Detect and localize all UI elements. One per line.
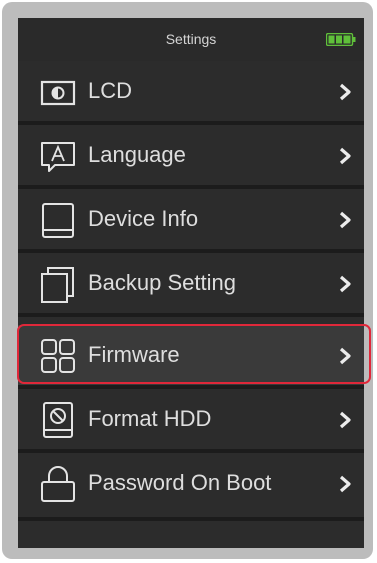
language-icon	[41, 142, 75, 172]
page-title: Settings	[165, 31, 217, 47]
divider	[18, 313, 364, 317]
status-bar: Settings	[18, 18, 364, 61]
chevron-right-icon	[339, 147, 351, 165]
divider	[18, 517, 364, 521]
selection-highlight	[17, 324, 371, 384]
menu-item-label: Password On Boot	[88, 470, 272, 495]
menu-item-label: Language	[88, 142, 186, 167]
menu-item-language[interactable]: Language	[18, 125, 364, 185]
chevron-right-icon	[339, 275, 351, 293]
menu-item-password-on-boot[interactable]: Password On Boot	[18, 453, 364, 513]
backup-icon	[41, 267, 74, 303]
device-icon	[42, 203, 74, 238]
device-frame: Settings LCD Language Device Info Backup…	[2, 2, 373, 559]
menu-item-label: LCD	[88, 78, 133, 103]
menu-item-format-hdd[interactable]: Format HDD	[18, 389, 364, 449]
menu-item-backup-setting[interactable]: Backup Setting	[18, 253, 364, 313]
menu-item-lcd[interactable]: LCD	[18, 61, 364, 121]
menu-item-label: Device Info	[88, 206, 199, 231]
battery-full-icon	[326, 33, 356, 46]
chevron-right-icon	[339, 83, 351, 101]
chevron-right-icon	[339, 211, 351, 229]
chevron-right-icon	[339, 475, 351, 493]
menu-item-label: Format HDD	[88, 406, 212, 431]
format-hdd-icon	[43, 402, 73, 438]
menu-item-label: Backup Setting	[88, 270, 236, 295]
lock-icon	[41, 466, 75, 502]
brightness-icon	[40, 80, 76, 106]
menu-item-device-info[interactable]: Device Info	[18, 189, 364, 249]
settings-screen: Settings LCD Language Device Info Backup…	[18, 18, 364, 548]
chevron-right-icon	[339, 411, 351, 429]
